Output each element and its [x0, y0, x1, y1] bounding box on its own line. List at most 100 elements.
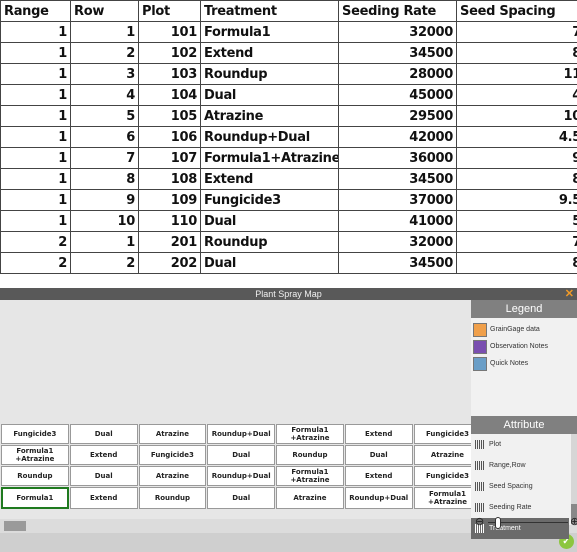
- cell-treatment[interactable]: Dual: [200, 252, 339, 274]
- table-row[interactable]: 13103Roundup2800011: [0, 63, 577, 85]
- minus-magnifier-icon[interactable]: ⊖: [475, 516, 484, 528]
- map-plot-cell[interactable]: Roundup+Dual: [207, 466, 276, 486]
- table-row[interactable]: 16106Roundup+Dual420004.5: [0, 126, 577, 148]
- cell-seed-spacing[interactable]: 7: [456, 21, 577, 43]
- cell-range[interactable]: 1: [0, 126, 71, 148]
- cell-row[interactable]: 10: [70, 210, 139, 232]
- horizontal-scrollbar-thumb[interactable]: [4, 521, 26, 531]
- cell-treatment[interactable]: Extend: [200, 42, 339, 64]
- map-title-bar[interactable]: Plant Spray Map ✕: [0, 288, 577, 300]
- attribute-item[interactable]: Range,Row: [471, 455, 569, 476]
- column-header-plot[interactable]: Plot: [138, 0, 201, 22]
- map-plot-cell[interactable]: Extend: [344, 466, 413, 486]
- cell-seeding-rate[interactable]: 32000: [338, 21, 457, 43]
- map-plot-cell[interactable]: Dual: [69, 466, 138, 486]
- table-row[interactable]: 14104Dual450004: [0, 84, 577, 106]
- table-row[interactable]: 21201Roundup320007: [0, 231, 577, 253]
- cell-plot[interactable]: 108: [138, 168, 201, 190]
- cell-plot[interactable]: 106: [138, 126, 201, 148]
- attribute-item[interactable]: Seed Spacing: [471, 476, 569, 497]
- cell-treatment[interactable]: Roundup: [200, 231, 339, 253]
- zoom-slider[interactable]: ⊖ ⊕: [471, 516, 577, 530]
- map-plot-cell[interactable]: Formula1 +Atrazine: [1, 445, 69, 465]
- cell-range[interactable]: 1: [0, 189, 71, 211]
- cell-plot[interactable]: 107: [138, 147, 201, 169]
- map-plot-cell[interactable]: Roundup+Dual: [344, 487, 413, 509]
- cell-row[interactable]: 2: [70, 42, 139, 64]
- cell-range[interactable]: 1: [0, 63, 71, 85]
- cell-range[interactable]: 1: [0, 42, 71, 64]
- cell-seeding-rate[interactable]: 34500: [338, 252, 457, 274]
- cell-row[interactable]: 7: [70, 147, 139, 169]
- cell-seed-spacing[interactable]: 4: [456, 84, 577, 106]
- cell-seeding-rate[interactable]: 42000: [338, 126, 457, 148]
- table-row[interactable]: 22202Dual345008: [0, 252, 577, 274]
- cell-seed-spacing[interactable]: 11: [456, 63, 577, 85]
- cell-plot[interactable]: 201: [138, 231, 201, 253]
- map-plot-cell[interactable]: Dual: [344, 445, 413, 465]
- cell-seeding-rate[interactable]: 28000: [338, 63, 457, 85]
- cell-treatment[interactable]: Fungicide3: [200, 189, 339, 211]
- map-plot-cell[interactable]: Dual: [69, 424, 138, 444]
- cell-treatment[interactable]: Formula1: [200, 21, 339, 43]
- cell-treatment[interactable]: Dual: [200, 210, 339, 232]
- map-plot-cell[interactable]: Roundup: [138, 487, 207, 509]
- cell-row[interactable]: 5: [70, 105, 139, 127]
- cell-row[interactable]: 9: [70, 189, 139, 211]
- cell-plot[interactable]: 109: [138, 189, 201, 211]
- table-row[interactable]: 19109Fungicide3370009.5: [0, 189, 577, 211]
- cell-plot[interactable]: 110: [138, 210, 201, 232]
- cell-treatment[interactable]: Roundup: [200, 63, 339, 85]
- cell-seed-spacing[interactable]: 8: [456, 168, 577, 190]
- column-header-seed-spacing[interactable]: Seed Spacing: [456, 0, 577, 22]
- map-plot-cell[interactable]: Atrazine: [138, 466, 207, 486]
- cell-plot[interactable]: 102: [138, 42, 201, 64]
- table-row[interactable]: 11101Formula1320007: [0, 21, 577, 43]
- map-plot-cell[interactable]: Extend: [69, 487, 138, 509]
- cell-plot[interactable]: 104: [138, 84, 201, 106]
- cell-range[interactable]: 1: [0, 84, 71, 106]
- cell-plot[interactable]: 103: [138, 63, 201, 85]
- cell-range[interactable]: 1: [0, 21, 71, 43]
- map-plot-cell[interactable]: Extend: [69, 445, 138, 465]
- cell-range[interactable]: 1: [0, 147, 71, 169]
- cell-row[interactable]: 3: [70, 63, 139, 85]
- cell-range[interactable]: 2: [0, 252, 71, 274]
- cell-seed-spacing[interactable]: 8: [456, 42, 577, 64]
- cell-seeding-rate[interactable]: 45000: [338, 84, 457, 106]
- cell-range[interactable]: 2: [0, 231, 71, 253]
- cell-range[interactable]: 1: [0, 210, 71, 232]
- cell-row[interactable]: 2: [70, 252, 139, 274]
- plus-magnifier-icon[interactable]: ⊕: [570, 516, 577, 528]
- column-header-row[interactable]: Row: [70, 0, 139, 22]
- cell-seed-spacing[interactable]: 8: [456, 252, 577, 274]
- cell-plot[interactable]: 105: [138, 105, 201, 127]
- cell-row[interactable]: 1: [70, 231, 139, 253]
- map-plot-cell[interactable]: Extend: [344, 424, 413, 444]
- cell-treatment[interactable]: Formula1+Atrazine: [200, 147, 339, 169]
- zoom-knob[interactable]: [495, 517, 501, 529]
- attribute-scrollbar[interactable]: [571, 434, 577, 525]
- cell-plot[interactable]: 202: [138, 252, 201, 274]
- cell-seed-spacing[interactable]: 9: [456, 147, 577, 169]
- cell-seed-spacing[interactable]: 7: [456, 231, 577, 253]
- legend-item[interactable]: GrainGage data: [473, 322, 577, 337]
- attribute-item[interactable]: Seeding Rate: [471, 497, 569, 518]
- cell-seed-spacing[interactable]: 5: [456, 210, 577, 232]
- map-plot-cell[interactable]: Fungicide3: [1, 424, 69, 444]
- cell-seeding-rate[interactable]: 34500: [338, 168, 457, 190]
- cell-range[interactable]: 1: [0, 168, 71, 190]
- cell-seeding-rate[interactable]: 34500: [338, 42, 457, 64]
- cell-seed-spacing[interactable]: 10: [456, 105, 577, 127]
- map-plot-cell[interactable]: Roundup: [276, 445, 344, 465]
- map-plot-cell[interactable]: Dual: [207, 445, 276, 465]
- cell-row[interactable]: 1: [70, 21, 139, 43]
- cell-plot[interactable]: 101: [138, 21, 201, 43]
- column-header-seeding-rate[interactable]: Seeding Rate: [338, 0, 457, 22]
- table-row[interactable]: 15105Atrazine2950010: [0, 105, 577, 127]
- cell-row[interactable]: 6: [70, 126, 139, 148]
- map-plot-cell[interactable]: Formula1: [1, 487, 69, 509]
- cell-row[interactable]: 4: [70, 84, 139, 106]
- map-plot-cell[interactable]: Roundup: [1, 466, 69, 486]
- cell-treatment[interactable]: Roundup+Dual: [200, 126, 339, 148]
